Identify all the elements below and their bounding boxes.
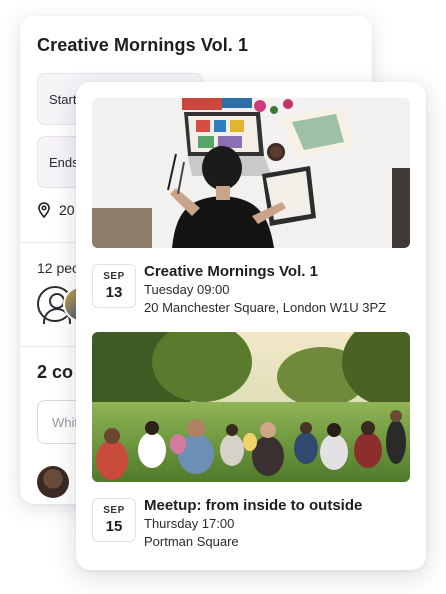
event-image-workspace bbox=[92, 98, 410, 248]
event-card[interactable]: SEP 15 Meetup: from inside to outside Th… bbox=[92, 332, 410, 566]
event-location: Portman Square bbox=[144, 534, 239, 549]
date-badge: SEP 13 bbox=[92, 264, 136, 308]
date-month: SEP bbox=[103, 271, 125, 282]
event-title[interactable]: Meetup: from inside to outside bbox=[144, 496, 362, 515]
date-day: 15 bbox=[105, 518, 123, 535]
location-row: 20 bbox=[37, 202, 75, 218]
location-text: 20 bbox=[59, 202, 75, 218]
avatar bbox=[37, 466, 69, 498]
event-title[interactable]: Creative Mornings Vol. 1 bbox=[144, 262, 386, 281]
event-location: 20 Manchester Square, London W1U 3PZ bbox=[144, 300, 387, 315]
event-card[interactable]: SEP 13 Creative Mornings Vol. 1 Tuesday … bbox=[92, 98, 410, 332]
event-image-park bbox=[92, 332, 410, 482]
location-pin-icon bbox=[38, 202, 50, 218]
event-info: SEP 13 Creative Mornings Vol. 1 Tuesday … bbox=[92, 262, 410, 332]
date-badge: SEP 15 bbox=[92, 498, 136, 542]
attendees-count: 12 peo bbox=[37, 260, 80, 276]
comment-placeholder: Whit bbox=[52, 415, 78, 430]
event-time: Thursday 17:00 bbox=[144, 516, 235, 531]
event-info: SEP 15 Meetup: from inside to outside Th… bbox=[92, 496, 410, 566]
events-list-card: SEP 13 Creative Mornings Vol. 1 Tuesday … bbox=[76, 82, 426, 570]
event-detail-title: Creative Mornings Vol. 1 bbox=[37, 35, 249, 55]
comments-heading: 2 co bbox=[37, 362, 74, 382]
date-month: SEP bbox=[103, 505, 125, 516]
ends-label: Ends bbox=[49, 155, 79, 170]
date-day: 13 bbox=[105, 284, 123, 301]
event-time: Tuesday 09:00 bbox=[144, 282, 230, 297]
